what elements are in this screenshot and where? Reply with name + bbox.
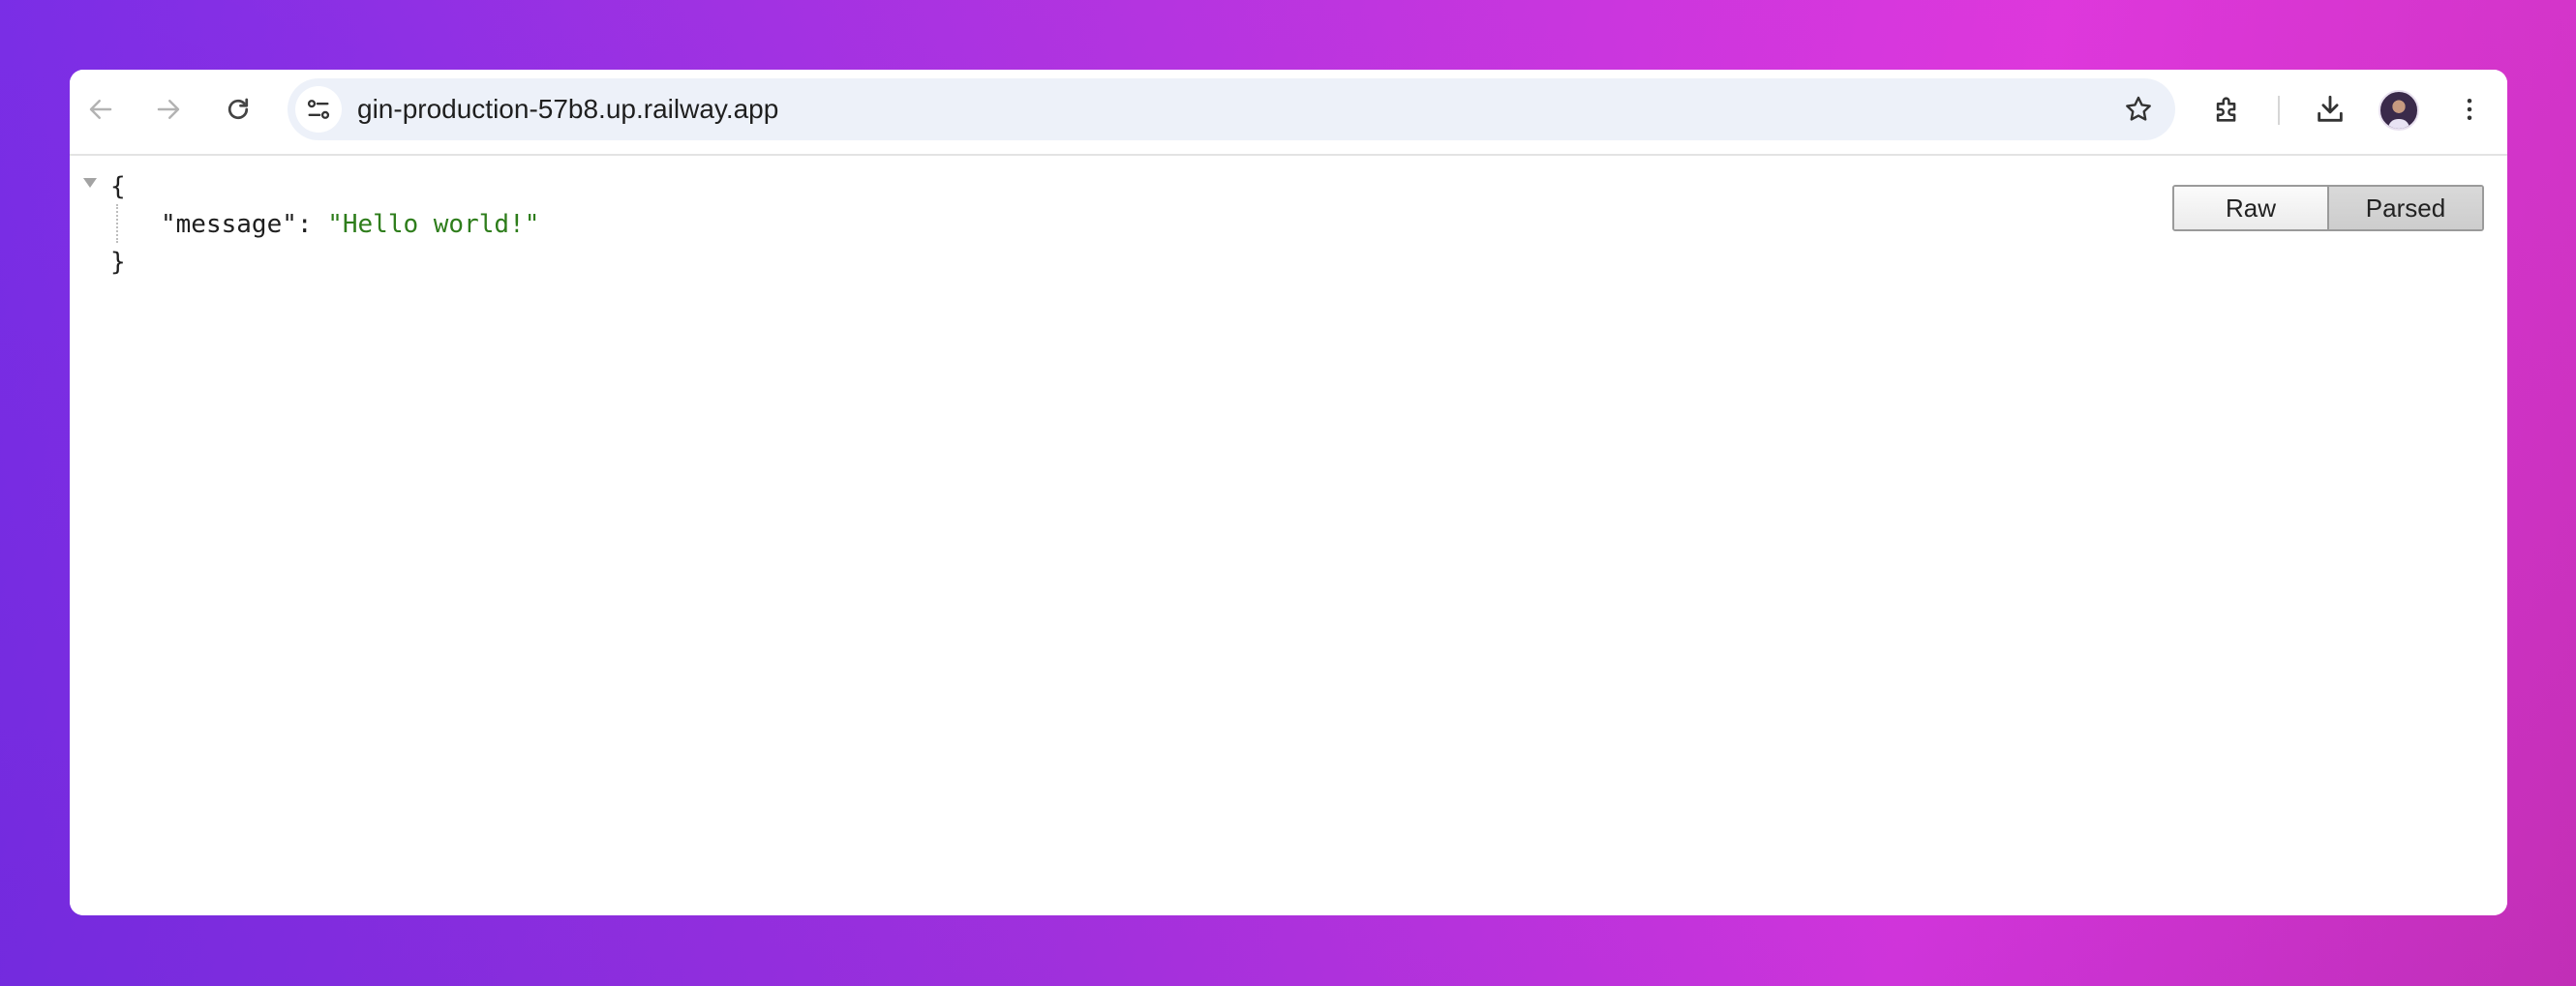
reload-icon [227, 98, 249, 120]
back-arrow-icon [89, 100, 112, 119]
bookmark-button[interactable] [2115, 86, 2162, 133]
indent-guide [116, 204, 118, 243]
site-info-icon [307, 100, 330, 119]
json-key: "message" [161, 210, 297, 239]
more-vert-icon [2467, 99, 2472, 120]
browser-toolbar: gin-production-57b8.up.railway.app [70, 70, 2507, 156]
reload-button[interactable] [215, 86, 261, 133]
profile-avatar[interactable] [2379, 90, 2419, 131]
json-string-value: "Hello world!" [327, 210, 540, 239]
collapse-caret-icon[interactable] [83, 178, 97, 188]
page-content: { "message": "Hello world!" } Raw Parsed [70, 158, 2507, 915]
json-property: "message": "Hello world!" [161, 207, 539, 242]
address-bar[interactable]: gin-production-57b8.up.railway.app [288, 78, 2175, 140]
site-info-button[interactable] [295, 86, 342, 133]
json-separator: : [296, 210, 328, 239]
parsed-button[interactable]: Parsed [2329, 187, 2482, 229]
back-button[interactable] [77, 86, 124, 133]
avatar-figure [2388, 119, 2409, 129]
forward-arrow-icon [157, 100, 180, 119]
extensions-icon [2216, 97, 2236, 122]
browser-window: gin-production-57b8.up.railway.app {"me… [70, 70, 2507, 915]
download-icon [2318, 95, 2343, 122]
downloads-button[interactable] [2307, 86, 2353, 133]
json-close-brace: } [110, 248, 126, 277]
json-open-brace: { [110, 172, 126, 201]
extensions-button[interactable] [2204, 86, 2251, 133]
view-toggle: Raw Parsed [2172, 185, 2484, 231]
toolbar-divider [2278, 96, 2280, 125]
raw-button[interactable]: Raw [2174, 187, 2329, 229]
forward-button[interactable] [145, 86, 192, 133]
browser-menu-button[interactable] [2446, 86, 2493, 133]
star-icon [2126, 96, 2151, 121]
url-text[interactable]: gin-production-57b8.up.railway.app [357, 78, 778, 140]
